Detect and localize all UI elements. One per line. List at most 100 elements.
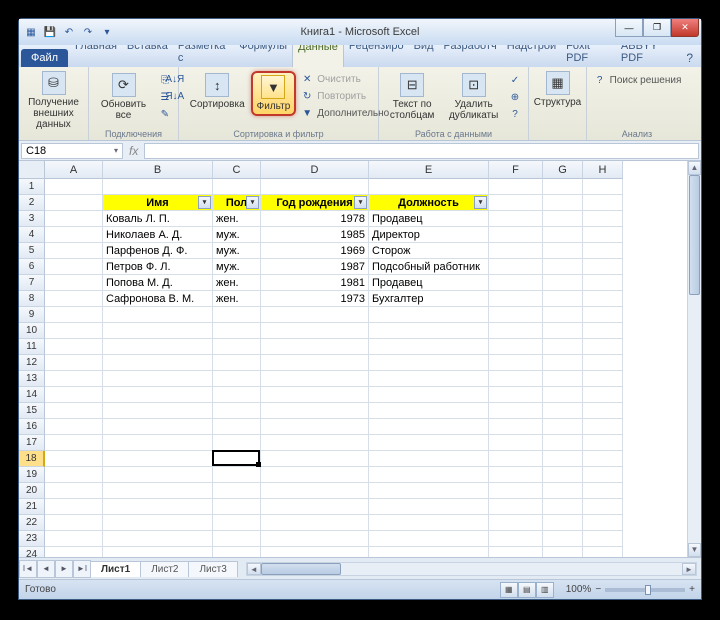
cell-H20[interactable]	[583, 483, 623, 499]
fx-button[interactable]: fx	[123, 144, 144, 158]
hscroll-thumb[interactable]	[261, 563, 341, 575]
cell-G9[interactable]	[543, 307, 583, 323]
cell-B12[interactable]	[103, 355, 213, 371]
cell-E12[interactable]	[369, 355, 489, 371]
cell-A1[interactable]	[45, 179, 103, 195]
cell-G3[interactable]	[543, 211, 583, 227]
cell-F10[interactable]	[489, 323, 543, 339]
cell-H9[interactable]	[583, 307, 623, 323]
cell-H17[interactable]	[583, 435, 623, 451]
sheet-nav-last[interactable]: ►I	[73, 560, 91, 578]
cell-G22[interactable]	[543, 515, 583, 531]
cell-A18[interactable]	[45, 451, 103, 467]
scroll-right-button[interactable]: ►	[682, 563, 696, 575]
cell-B1[interactable]	[103, 179, 213, 195]
cell-B10[interactable]	[103, 323, 213, 339]
cell-A23[interactable]	[45, 531, 103, 547]
cell-E7[interactable]: Продавец	[369, 275, 489, 291]
cell-B17[interactable]	[103, 435, 213, 451]
cell-C20[interactable]	[213, 483, 261, 499]
filter-dropdown-position[interactable]: ▾	[474, 196, 487, 209]
col-header-H[interactable]: H	[583, 161, 623, 179]
cell-E18[interactable]	[369, 451, 489, 467]
cell-D11[interactable]	[261, 339, 369, 355]
solver-button[interactable]: ?Поиск решения	[591, 69, 684, 88]
cell-E11[interactable]	[369, 339, 489, 355]
maximize-button[interactable]: ❐	[643, 19, 671, 37]
sheet-nav-next[interactable]: ►	[55, 560, 73, 578]
sheet-tab-Лист2[interactable]: Лист2	[140, 561, 189, 577]
cell-A22[interactable]	[45, 515, 103, 531]
cell-A4[interactable]	[45, 227, 103, 243]
cell-D20[interactable]	[261, 483, 369, 499]
row-header-8[interactable]: 8	[19, 291, 45, 307]
cell-E13[interactable]	[369, 371, 489, 387]
row-header-21[interactable]: 21	[19, 499, 45, 515]
cell-C18[interactable]	[213, 451, 261, 467]
cell-G20[interactable]	[543, 483, 583, 499]
cell-D7[interactable]: 1981	[261, 275, 369, 291]
row-header-14[interactable]: 14	[19, 387, 45, 403]
cell-G18[interactable]	[543, 451, 583, 467]
row-header-22[interactable]: 22	[19, 515, 45, 531]
cells-area[interactable]: Имя▾Пол▾Год рождения▾Должность▾Коваль Л.…	[45, 179, 687, 557]
cell-F16[interactable]	[489, 419, 543, 435]
cell-A12[interactable]	[45, 355, 103, 371]
row-header-23[interactable]: 23	[19, 531, 45, 547]
filter-dropdown-name[interactable]: ▾	[198, 196, 211, 209]
cell-B11[interactable]	[103, 339, 213, 355]
cell-F7[interactable]	[489, 275, 543, 291]
close-button[interactable]: ✕	[671, 19, 699, 37]
cell-C17[interactable]	[213, 435, 261, 451]
horizontal-scrollbar[interactable]: ◄ ►	[246, 562, 697, 576]
sheet-nav-prev[interactable]: ◄	[37, 560, 55, 578]
row-header-4[interactable]: 4	[19, 227, 45, 243]
row-header-7[interactable]: 7	[19, 275, 45, 291]
cell-H5[interactable]	[583, 243, 623, 259]
sort-button[interactable]: ↕ Сортировка	[186, 71, 249, 112]
cell-E14[interactable]	[369, 387, 489, 403]
cell-C24[interactable]	[213, 547, 261, 557]
cell-C12[interactable]	[213, 355, 261, 371]
cell-A2[interactable]	[45, 195, 103, 211]
select-all-corner[interactable]	[19, 161, 45, 179]
cell-E5[interactable]: Сторож	[369, 243, 489, 259]
cell-D9[interactable]	[261, 307, 369, 323]
row-header-9[interactable]: 9	[19, 307, 45, 323]
vertical-scrollbar[interactable]: ▲ ▼	[687, 161, 701, 557]
cell-B23[interactable]	[103, 531, 213, 547]
cell-F1[interactable]	[489, 179, 543, 195]
cell-F17[interactable]	[489, 435, 543, 451]
cell-G13[interactable]	[543, 371, 583, 387]
cell-D2[interactable]: Год рождения▾	[261, 195, 369, 211]
cell-C7[interactable]: жен.	[213, 275, 261, 291]
row-header-18[interactable]: 18	[19, 451, 45, 467]
scroll-up-button[interactable]: ▲	[688, 161, 701, 175]
cell-C9[interactable]	[213, 307, 261, 323]
cell-F23[interactable]	[489, 531, 543, 547]
cell-D19[interactable]	[261, 467, 369, 483]
reapply-filter-button[interactable]: ↻Повторить	[298, 88, 391, 104]
cell-C15[interactable]	[213, 403, 261, 419]
cell-A8[interactable]	[45, 291, 103, 307]
remove-duplicates-button[interactable]: ⊡ Удалить дубликаты	[443, 71, 504, 123]
what-if-button[interactable]: ?	[506, 106, 524, 122]
cell-E22[interactable]	[369, 515, 489, 531]
cell-G21[interactable]	[543, 499, 583, 515]
cell-F14[interactable]	[489, 387, 543, 403]
row-header-2[interactable]: 2	[19, 195, 45, 211]
cell-C2[interactable]: Пол▾	[213, 195, 261, 211]
cell-D22[interactable]	[261, 515, 369, 531]
cell-B7[interactable]: Попова М. Д.	[103, 275, 213, 291]
namebox-dropdown-icon[interactable]: ▾	[114, 146, 118, 155]
cell-D10[interactable]	[261, 323, 369, 339]
cell-H10[interactable]	[583, 323, 623, 339]
scroll-down-button[interactable]: ▼	[688, 543, 701, 557]
cell-C16[interactable]	[213, 419, 261, 435]
cell-G8[interactable]	[543, 291, 583, 307]
cell-F5[interactable]	[489, 243, 543, 259]
row-header-10[interactable]: 10	[19, 323, 45, 339]
col-header-D[interactable]: D	[261, 161, 369, 179]
cell-D17[interactable]	[261, 435, 369, 451]
cell-F4[interactable]	[489, 227, 543, 243]
